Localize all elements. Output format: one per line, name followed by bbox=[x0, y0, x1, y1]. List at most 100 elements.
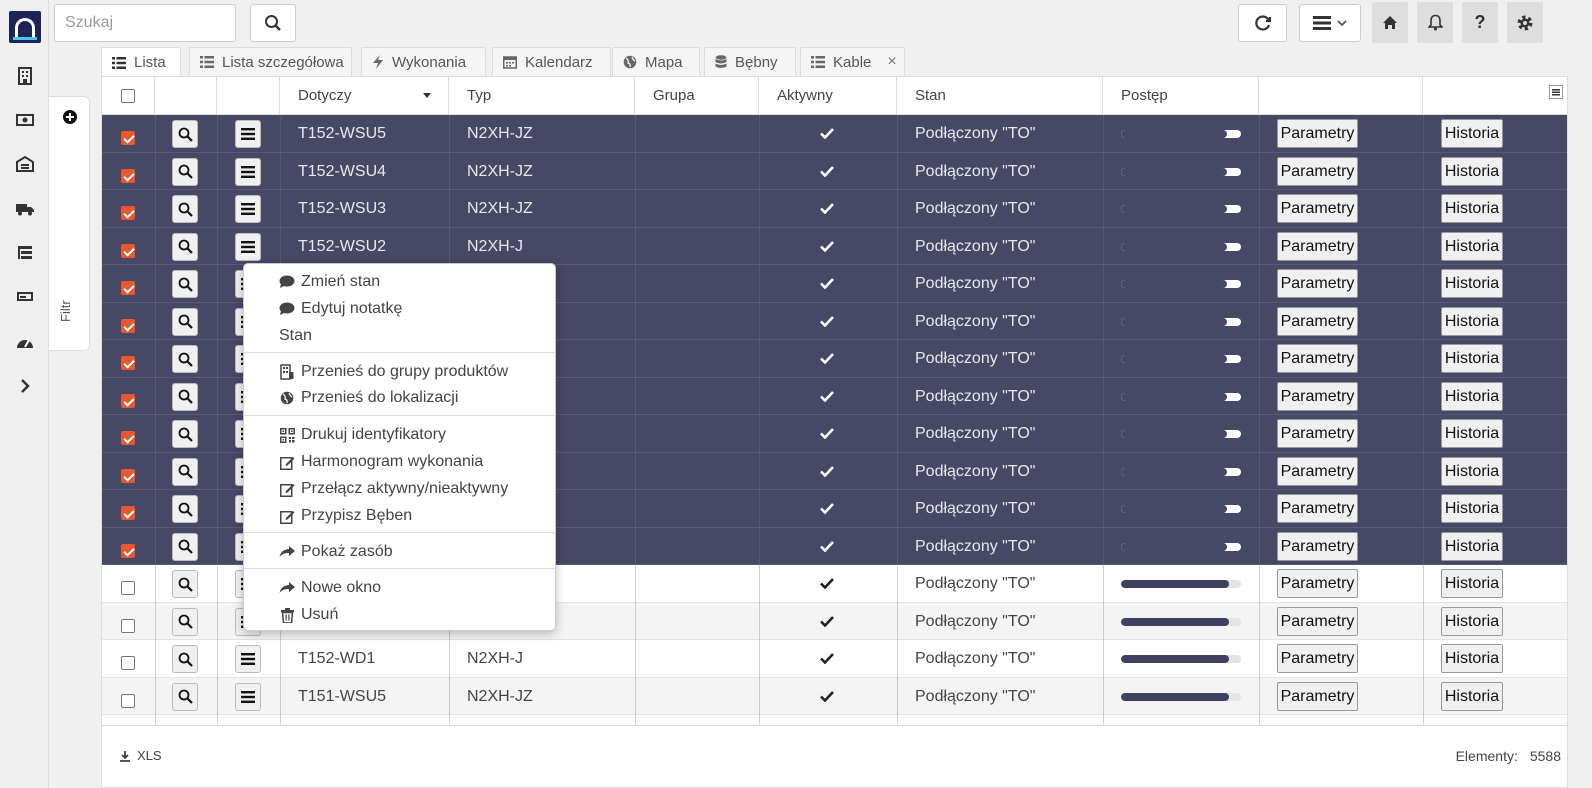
params-button[interactable]: Parametry bbox=[1277, 269, 1358, 298]
menu-item-usuń[interactable]: Usuń bbox=[279, 603, 338, 627]
params-button[interactable]: Parametry bbox=[1277, 156, 1358, 186]
tab-bębny[interactable]: Bębny bbox=[704, 47, 796, 76]
row-view-button[interactable] bbox=[172, 120, 198, 148]
params-button[interactable]: Parametry bbox=[1277, 606, 1358, 636]
column-header-dotyczy[interactable]: Dotyczy bbox=[280, 77, 449, 115]
row-checkbox[interactable] bbox=[121, 506, 135, 520]
history-button[interactable]: Historia bbox=[1441, 494, 1503, 523]
row-checkbox[interactable] bbox=[121, 543, 135, 558]
menu-item-drukuj-identyfikatory[interactable]: Drukuj identyfikatory bbox=[279, 423, 446, 447]
row-checkbox[interactable] bbox=[121, 581, 135, 595]
row-checkbox[interactable] bbox=[121, 168, 135, 183]
column-header-postep[interactable]: Postęp bbox=[1103, 77, 1259, 115]
select-all-checkbox[interactable] bbox=[121, 89, 135, 103]
history-button[interactable]: Historia bbox=[1441, 231, 1503, 261]
params-button[interactable]: Parametry bbox=[1277, 531, 1358, 561]
menu-item-przełącz-aktywny-nieaktywny[interactable]: Przełącz aktywny/nieaktywny bbox=[279, 477, 508, 501]
params-button[interactable]: Parametry bbox=[1277, 681, 1358, 711]
table-row[interactable]: T151-WSU5 N2XH-JZ Podłączony "TO" Parame… bbox=[102, 677, 1567, 715]
menu-item-stan[interactable]: Stan bbox=[279, 324, 312, 348]
row-checkbox[interactable] bbox=[121, 281, 135, 295]
menu-item-przenieś-do-grupy-produktów[interactable]: Przenieś do grupy produktów bbox=[279, 360, 508, 384]
row-menu-button[interactable] bbox=[235, 232, 261, 261]
params-button[interactable]: Parametry bbox=[1277, 194, 1358, 223]
building-icon[interactable] bbox=[14, 65, 36, 87]
view-menu-button[interactable] bbox=[1299, 4, 1361, 42]
chevron-right-icon[interactable] bbox=[14, 375, 36, 397]
history-button[interactable]: Historia bbox=[1441, 681, 1503, 711]
menu-item-harmonogram-wykonania[interactable]: Harmonogram wykonania bbox=[279, 450, 483, 474]
history-button[interactable]: Historia bbox=[1441, 344, 1503, 373]
params-button[interactable]: Parametry bbox=[1277, 344, 1358, 373]
row-checkbox[interactable] bbox=[121, 468, 135, 483]
params-button[interactable]: Parametry bbox=[1277, 381, 1358, 411]
params-button[interactable]: Parametry bbox=[1277, 231, 1358, 261]
row-checkbox[interactable] bbox=[121, 206, 135, 220]
tab-mapa[interactable]: Mapa bbox=[612, 47, 700, 76]
table-row[interactable]: T152-WSU4 N2XH-JZ Podłączony "TO" Parame… bbox=[102, 152, 1567, 190]
search-input[interactable] bbox=[54, 4, 236, 42]
row-checkbox[interactable] bbox=[121, 131, 135, 145]
params-button[interactable]: Parametry bbox=[1277, 494, 1358, 523]
home-button[interactable] bbox=[1372, 2, 1408, 43]
row-view-button[interactable] bbox=[172, 157, 198, 186]
history-button[interactable]: Historia bbox=[1441, 606, 1503, 636]
filter-label[interactable]: Filtr bbox=[58, 292, 73, 322]
row-checkbox[interactable] bbox=[121, 693, 135, 708]
row-view-button[interactable] bbox=[172, 420, 198, 448]
menu-item-przenieś-do-lokalizacji[interactable]: Przenieś do lokalizacji bbox=[279, 386, 458, 410]
history-button[interactable]: Historia bbox=[1441, 531, 1503, 561]
column-header-grupa[interactable]: Grupa bbox=[635, 77, 759, 115]
params-button[interactable]: Parametry bbox=[1277, 569, 1358, 598]
row-view-button[interactable] bbox=[172, 495, 198, 523]
row-view-button[interactable] bbox=[172, 645, 198, 673]
history-button[interactable]: Historia bbox=[1441, 569, 1503, 598]
tab-kalendarz[interactable]: Kalendarz bbox=[492, 47, 611, 76]
row-view-button[interactable] bbox=[172, 270, 198, 298]
tab-wykonania[interactable]: Wykonania bbox=[361, 47, 486, 76]
row-view-button[interactable] bbox=[172, 682, 198, 711]
menu-item-zmień-stan[interactable]: Zmień stan bbox=[279, 270, 380, 294]
warehouse-icon[interactable] bbox=[14, 153, 36, 175]
row-view-button[interactable] bbox=[172, 307, 198, 336]
tab-lista[interactable]: Lista bbox=[101, 47, 181, 77]
sort-desc-icon[interactable] bbox=[423, 93, 431, 98]
params-button[interactable]: Parametry bbox=[1277, 419, 1358, 448]
table-row[interactable]: T152-WSU3 N2XH-JZ Podłączony "TO" Parame… bbox=[102, 190, 1567, 228]
menu-item-nowe-okno[interactable]: Nowe okno bbox=[279, 576, 381, 600]
column-header-stan[interactable]: Stan bbox=[897, 77, 1103, 115]
history-button[interactable]: Historia bbox=[1441, 419, 1503, 448]
row-menu-button[interactable] bbox=[235, 645, 261, 673]
row-menu-button[interactable] bbox=[235, 120, 261, 148]
tab-close-icon[interactable]: × bbox=[887, 53, 896, 71]
row-view-button[interactable] bbox=[172, 345, 198, 373]
history-button[interactable]: Historia bbox=[1441, 644, 1503, 673]
row-checkbox[interactable] bbox=[121, 393, 135, 408]
history-button[interactable]: Historia bbox=[1441, 306, 1503, 336]
menu-item-przypisz-bęben[interactable]: Przypisz Bęben bbox=[279, 504, 412, 528]
dashboard-icon[interactable] bbox=[14, 331, 36, 353]
row-view-button[interactable] bbox=[172, 457, 198, 486]
column-menu-icon[interactable] bbox=[1549, 85, 1563, 99]
refresh-button[interactable] bbox=[1238, 4, 1287, 42]
row-menu-button[interactable] bbox=[235, 682, 261, 711]
menu-item-edytuj-notatkę[interactable]: Edytuj notatkę bbox=[279, 297, 402, 321]
tab-lista-szczegółowa[interactable]: Lista szczegółowa bbox=[189, 47, 352, 76]
row-checkbox[interactable] bbox=[121, 618, 135, 633]
row-checkbox[interactable] bbox=[121, 243, 135, 258]
row-view-button[interactable] bbox=[172, 382, 198, 411]
help-button[interactable]: ? bbox=[1462, 2, 1498, 43]
table-row[interactable]: T152-WSU5 N2XH-JZ Podłączony "TO" Parame… bbox=[102, 115, 1567, 153]
plus-circle-icon[interactable] bbox=[63, 110, 77, 124]
label-icon[interactable] bbox=[14, 286, 36, 308]
table-row[interactable]: T152-WD1 N2XH-J Podłączony "TO" Parametr… bbox=[102, 640, 1567, 678]
row-view-button[interactable] bbox=[172, 232, 198, 261]
table-row[interactable]: T152-WSU2 N2XH-J Podłączony "TO" Paramet… bbox=[102, 227, 1567, 265]
row-checkbox[interactable] bbox=[121, 431, 135, 445]
column-header-aktywny[interactable]: Aktywny bbox=[759, 77, 897, 115]
row-view-button[interactable] bbox=[172, 195, 198, 223]
money-icon[interactable] bbox=[14, 109, 36, 131]
tab-kable[interactable]: Kable × bbox=[800, 47, 905, 76]
truck-icon[interactable] bbox=[14, 198, 36, 220]
column-header-typ[interactable]: Typ bbox=[449, 77, 635, 115]
